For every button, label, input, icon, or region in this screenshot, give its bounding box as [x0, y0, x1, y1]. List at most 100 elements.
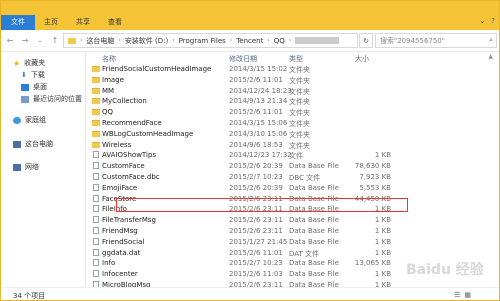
- column-date[interactable]: 修改日期: [229, 54, 257, 64]
- file-row[interactable]: FriendSocial 2015/1/27 21:45 Data Base Fil…: [86, 237, 499, 247]
- crumb-this-pc[interactable]: 这台电脑: [86, 36, 114, 46]
- column-type[interactable]: 类型: [289, 54, 303, 64]
- file-size: 5,553 KB: [359, 183, 391, 192]
- crumb-drive[interactable]: 安装软件 (D:): [125, 36, 168, 46]
- file-row[interactable]: CustomFace.dbc 2015/2/7 10:23 DBC 文件 7,923 …: [86, 172, 499, 182]
- file-row[interactable]: AVAIOShowTips 2014/12/23 17:32 文件 1 KB: [86, 150, 499, 160]
- file-row[interactable]: WBLogCustomHeadImage 2014/3/10 15:06 文件夹: [86, 129, 499, 139]
- crumb-tencent[interactable]: Tencent: [236, 37, 263, 45]
- details-view-icon[interactable]: ☰: [454, 291, 460, 299]
- file-name: FriendSocial: [102, 237, 145, 246]
- chevron-right-icon: ›: [229, 37, 233, 44]
- recent-dropdown-icon[interactable]: ⌄: [34, 35, 46, 47]
- folder-icon: [92, 66, 100, 72]
- nav-label: 桌面: [33, 83, 47, 91]
- file-name: FriendMsg: [102, 227, 138, 235]
- recent-icon: [21, 95, 29, 103]
- file-date: 2014/3/10 15:06: [229, 129, 288, 138]
- folder-icon: [92, 141, 100, 148]
- breadcrumb[interactable]: › 这台电脑 › 安装软件 (D:) › Program Files › Ten…: [63, 33, 358, 48]
- up-icon[interactable]: ↑: [49, 35, 61, 47]
- file-name: Wireless: [102, 140, 132, 149]
- nav-network[interactable]: 网络: [13, 162, 39, 172]
- file-row[interactable]: CustomFace 2015/2/6 20:39 Data Base File 78…: [86, 161, 499, 171]
- file-type: 文件夹: [289, 109, 310, 118]
- crumb-qq[interactable]: QQ: [274, 37, 285, 45]
- file-date: 2015/2/6 20:39: [229, 183, 283, 192]
- forward-icon[interactable]: →: [19, 35, 31, 47]
- file-row[interactable]: FriendSocialCustomHeadImage 2014/3/15 15:…: [86, 64, 499, 74]
- file-name: CustomFace: [102, 162, 145, 171]
- column-name[interactable]: 名称: [102, 54, 116, 64]
- file-icon: [93, 248, 99, 256]
- file-row[interactable]: ggdata.dat 2015/2/6 11:01 DAT 文件 1 KB: [86, 248, 499, 258]
- file-name: QQ: [102, 108, 114, 117]
- navigation-pane: ★ 收藏夹 ⬇ 下载 桌面 最近访问的位置 家庭组 这台电脑 网络: [1, 52, 85, 287]
- file-size: 13,065 KB: [354, 259, 391, 268]
- file-date: 2014/3/15 15:06: [229, 119, 288, 127]
- file-size: 1 KB: [374, 270, 391, 279]
- folder-icon: [92, 109, 100, 116]
- file-size: 1 KB: [374, 227, 391, 235]
- file-type: Data Base File: [289, 270, 339, 279]
- file-date: 2014/12/23 17:32: [229, 151, 292, 160]
- nav-recent[interactable]: 最近访问的位置: [21, 94, 82, 104]
- file-date: 2014/9/6 18:53: [229, 140, 283, 149]
- file-icon: [93, 205, 99, 213]
- file-name: RecommendFace: [102, 119, 162, 127]
- file-icon: [93, 216, 99, 224]
- folder-icon: [92, 76, 100, 83]
- nav-homegroup[interactable]: 家庭组: [13, 115, 46, 125]
- large-icons-view-icon[interactable]: ▦: [464, 291, 471, 299]
- tab-view[interactable]: 查看: [99, 15, 131, 30]
- back-icon[interactable]: ←: [4, 35, 16, 47]
- network-icon: [13, 163, 21, 171]
- column-size[interactable]: 大小: [355, 54, 369, 64]
- chevron-right-icon: ›: [172, 37, 175, 44]
- file-name: AVAIOShowTips: [102, 151, 157, 160]
- nav-label: 下载: [30, 71, 45, 79]
- file-row[interactable]: RecommendFace 2014/3/15 15:06 文件夹: [86, 118, 499, 128]
- file-row[interactable]: QQ 2015/2/6 11:01 文件夹: [86, 107, 499, 118]
- file-date: 2015/2/7 10:23: [229, 259, 283, 268]
- folder-icon: [92, 98, 100, 105]
- file-row[interactable]: Wireless 2014/9/6 18:53 文件夹: [86, 140, 499, 150]
- file-tab[interactable]: 文件: [1, 15, 35, 30]
- file-row[interactable]: FileTransferMsg 2015/2/6 23:11 Data Base F…: [86, 215, 499, 225]
- tab-home[interactable]: 主页: [35, 15, 67, 30]
- refresh-icon[interactable]: ↻: [359, 33, 373, 48]
- tab-share[interactable]: 共享: [67, 15, 99, 30]
- help-icon[interactable]: ?: [491, 17, 495, 25]
- file-type: 文件夹: [289, 141, 310, 150]
- file-date: 2015/2/6 11:01: [229, 248, 283, 257]
- computer-icon: [13, 140, 21, 148]
- nav-desktop[interactable]: 桌面: [21, 82, 47, 92]
- file-name: EmojiFace: [102, 183, 138, 192]
- file-name: MyCollection: [102, 97, 147, 106]
- file-row[interactable]: FriendMsg 2015/2/6 23:11 Data Base File 1 K…: [86, 226, 499, 236]
- nav-downloads[interactable]: ⬇ 下载: [21, 70, 45, 80]
- file-row[interactable]: EmojiFace 2015/2/6 20:39 Data Base File 5,5…: [86, 183, 499, 193]
- scroll-up-icon[interactable]: ▲: [488, 53, 493, 60]
- nav-label: 这台电脑: [25, 140, 53, 148]
- star-icon: ★: [13, 58, 21, 68]
- nav-favorites[interactable]: ★ 收藏夹: [13, 58, 45, 68]
- desktop-icon: [21, 83, 29, 91]
- highlight-box: [116, 198, 408, 212]
- crumb-program-files[interactable]: Program Files: [179, 37, 226, 45]
- file-row[interactable]: MyCollection 2014/9/13 21:34 文件夹: [86, 96, 499, 107]
- file-type: Data Base File: [289, 237, 339, 246]
- file-type: 文件夹: [289, 98, 310, 107]
- search-icon[interactable]: ⌕: [489, 36, 493, 45]
- nav-this-pc[interactable]: 这台电脑: [13, 139, 53, 149]
- file-list: 名称 修改日期 类型 大小 FriendSocialCustomHeadImag…: [86, 52, 499, 287]
- expand-ribbon-icon[interactable]: ⌄: [479, 17, 485, 25]
- file-row[interactable]: MM 2014/12/24 18:23 文件夹: [86, 86, 499, 96]
- file-row[interactable]: MicroBlogMsg 2015/2/6 23:11 Data Base File…: [86, 280, 499, 287]
- file-row[interactable]: Image 2015/2/6 11:01 文件夹: [86, 75, 499, 85]
- search-input[interactable]: 搜索"2094556750" ⌕: [375, 33, 497, 48]
- file-date: 2014/3/15 15:02: [229, 65, 288, 73]
- file-icon: [93, 237, 99, 245]
- file-icon: [93, 162, 99, 170]
- file-name: FriendSocialCustomHeadImage: [102, 65, 212, 73]
